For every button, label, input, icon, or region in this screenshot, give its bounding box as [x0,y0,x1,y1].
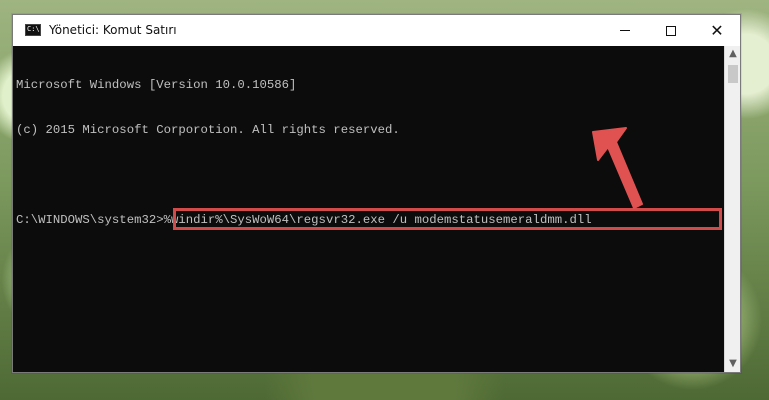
close-icon: ✕ [710,20,724,40]
close-button[interactable]: ✕ [694,15,740,46]
command-prompt-icon [25,24,41,36]
maximize-button[interactable] [648,15,694,46]
window-title: Yönetici: Komut Satırı [49,23,177,37]
minimize-button[interactable] [602,15,648,46]
console-output[interactable]: Microsoft Windows [Version 10.0.10586] (… [13,46,724,372]
console-line: Microsoft Windows [Version 10.0.10586] [16,78,297,92]
scroll-down-icon[interactable]: ▼ [725,356,741,372]
console-line: (c) 2015 Microsoft Corporotion. All righ… [16,123,400,137]
window-controls: ✕ [602,15,740,46]
scroll-up-icon[interactable]: ▲ [725,46,741,62]
command-prompt-window[interactable]: Yönetici: Komut Satırı ✕ Microsoft Windo… [12,14,741,373]
command-text[interactable]: %windir%\SysWoW64\regsvr32.exe /u modems… [164,213,592,227]
title-bar[interactable]: Yönetici: Komut Satırı ✕ [13,15,740,46]
vertical-scrollbar[interactable]: ▲ ▼ [724,46,740,372]
command-line[interactable]: C:\WINDOWS\system32>%windir%\SysWoW64\re… [16,208,724,230]
scrollbar-thumb[interactable] [728,65,738,83]
minimize-icon [620,30,630,31]
maximize-icon [666,25,676,36]
prompt-text: C:\WINDOWS\system32> [16,213,164,227]
